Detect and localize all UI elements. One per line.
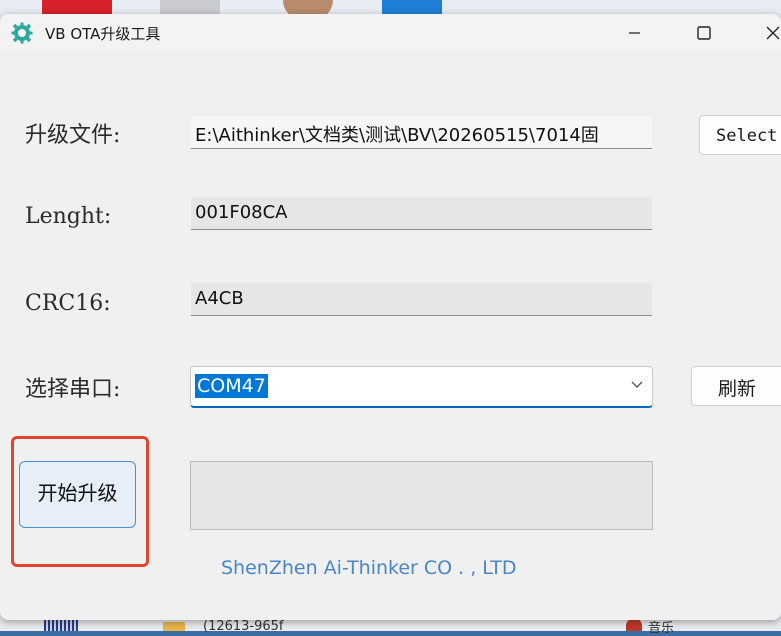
file-label: 升级文件: xyxy=(25,123,121,148)
gear-icon xyxy=(11,22,33,44)
maximize-button[interactable] xyxy=(680,14,726,52)
refresh-button[interactable]: 刷新 xyxy=(691,366,781,406)
minimize-icon xyxy=(629,32,640,34)
title-bar[interactable]: VB OTA升级工具 xyxy=(0,14,781,52)
upgrade-progress-bar xyxy=(190,461,653,530)
close-button[interactable] xyxy=(748,14,781,52)
minimize-button[interactable] xyxy=(611,14,657,52)
company-footer: ShenZhen Ai-Thinker CO . , LTD xyxy=(221,557,517,579)
serial-port-select[interactable]: COM47 xyxy=(190,366,653,408)
port-label: 选择串口: xyxy=(25,377,121,402)
ota-tool-window: VB OTA升级工具 升级文件: E:\Aithinker\文档类\测试\BV\… xyxy=(0,14,781,620)
length-field: 001F08CA xyxy=(191,197,652,230)
close-icon xyxy=(766,26,780,40)
select-file-button[interactable]: Select xyxy=(699,115,781,155)
length-label: Lenght: xyxy=(25,204,112,229)
maximize-icon xyxy=(697,26,711,40)
highlight-annotation-box xyxy=(11,436,149,567)
chevron-down-icon xyxy=(631,381,643,388)
file-path-field[interactable]: E:\Aithinker\文档类\测试\BV\20260515\7014固 xyxy=(191,116,652,149)
crc-field: A4CB xyxy=(191,283,652,316)
desktop-file-label: (12613-965f xyxy=(203,619,284,634)
serial-port-value: COM47 xyxy=(195,374,268,398)
folder-icon xyxy=(163,622,185,631)
crc-label: CRC16: xyxy=(25,291,111,316)
window-title: VB OTA升级工具 xyxy=(45,25,161,43)
